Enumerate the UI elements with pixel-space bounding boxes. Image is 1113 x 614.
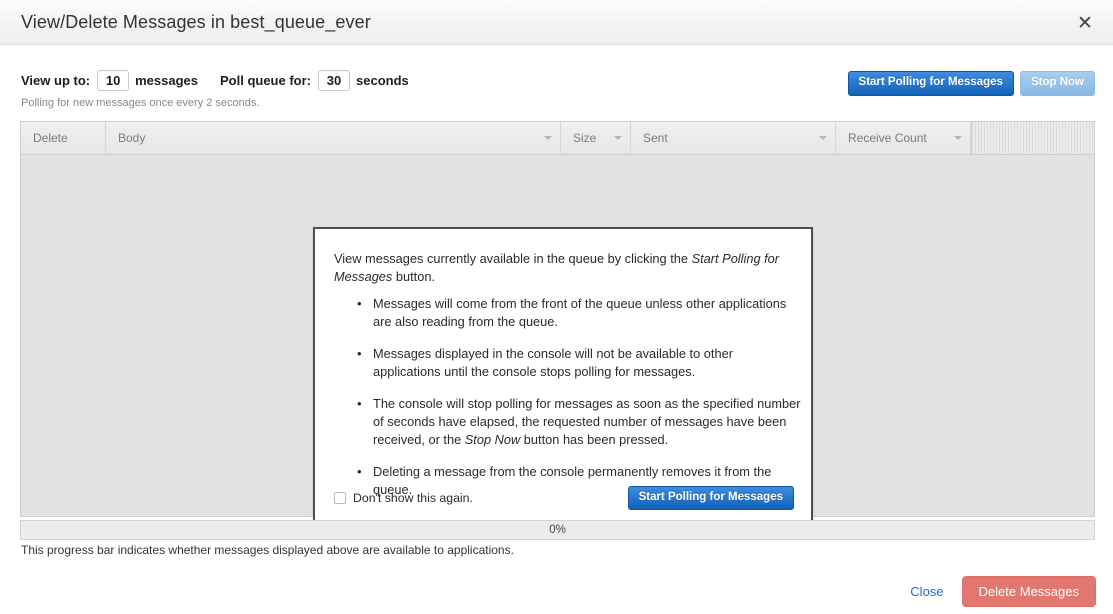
column-header-body-label: Body — [118, 131, 146, 145]
checkbox-icon[interactable] — [334, 491, 346, 504]
info-panel-bullets: Messages will come from the front of the… — [353, 295, 801, 513]
view-delete-messages-dialog: View/Delete Messages in best_queue_ever … — [0, 0, 1113, 614]
progress-caption: This progress bar indicates whether mess… — [21, 543, 514, 557]
bullet-text: Messages will come from the front of the… — [373, 296, 787, 329]
dont-show-again-label: Don't show this again. — [353, 490, 473, 505]
list-item: The console will stop polling for messag… — [357, 395, 801, 449]
polling-controls: View up to: messages Poll queue for: sec… — [21, 70, 409, 91]
list-item: Messages will come from the front of the… — [357, 295, 801, 331]
messages-unit-label: messages — [135, 73, 198, 88]
start-polling-button[interactable]: Start Polling for Messages — [847, 71, 1014, 96]
seconds-unit-label: seconds — [356, 73, 409, 88]
info-panel-footer: Don't show this again. Start Polling for… — [334, 485, 794, 510]
view-up-to-label: View up to: — [21, 73, 91, 88]
info-panel-start-polling-button[interactable]: Start Polling for Messages — [627, 485, 794, 510]
column-header-size-label: Size — [573, 131, 597, 145]
column-header-receive-count-label: Receive Count — [848, 131, 927, 145]
bullet-emphasis: Stop Now — [464, 432, 521, 447]
column-header-sent-label: Sent — [643, 131, 668, 145]
poll-queue-input[interactable] — [318, 70, 350, 91]
messages-table-body: View messages currently available in the… — [21, 155, 1094, 530]
column-header-body[interactable]: Body — [106, 122, 561, 154]
progress-value-label: 0% — [549, 524, 566, 536]
dont-show-again-checkbox[interactable]: Don't show this again. — [334, 491, 473, 505]
column-header-delete-label: Delete — [33, 131, 68, 145]
top-action-buttons: Start Polling for Messages Stop Now — [847, 71, 1095, 96]
poll-queue-label: Poll queue for: — [220, 73, 311, 88]
bullet-text: Messages displayed in the console will n… — [373, 346, 733, 379]
messages-table-header: Delete Body Size Sent Receive Count — [21, 122, 1094, 155]
info-panel-intro: View messages currently available in the… — [334, 250, 794, 286]
close-icon[interactable]: ✕ — [1071, 9, 1099, 37]
view-up-to-input[interactable] — [97, 70, 130, 91]
column-header-filler — [971, 122, 1094, 154]
delete-messages-button[interactable]: Delete Messages — [961, 576, 1096, 607]
list-item: Messages displayed in the console will n… — [357, 345, 801, 381]
column-header-size[interactable]: Size — [561, 122, 631, 154]
chevron-down-icon[interactable] — [819, 136, 827, 140]
column-header-sent[interactable]: Sent — [631, 122, 836, 154]
info-intro-suffix: button. — [392, 269, 436, 284]
stop-now-button[interactable]: Stop Now — [1019, 71, 1095, 96]
column-header-delete[interactable]: Delete — [21, 122, 106, 154]
messages-table: Delete Body Size Sent Receive Count View… — [20, 121, 1095, 530]
bullet-suffix: button has been pressed. — [520, 432, 669, 447]
page-title: View/Delete Messages in best_queue_ever — [21, 12, 371, 32]
chevron-down-icon[interactable] — [954, 136, 962, 140]
dialog-titlebar: View/Delete Messages in best_queue_ever … — [0, 0, 1113, 45]
chevron-down-icon[interactable] — [544, 136, 552, 140]
progress-bar: 0% — [20, 520, 1095, 540]
polling-hint: Polling for new messages once every 2 se… — [21, 97, 260, 109]
column-header-receive-count[interactable]: Receive Count — [836, 122, 971, 154]
dialog-footer: Close Delete Messages — [908, 576, 1096, 607]
chevron-down-icon[interactable] — [614, 136, 622, 140]
info-panel: View messages currently available in the… — [313, 227, 813, 530]
close-button[interactable]: Close — [908, 580, 945, 603]
info-intro-prefix: View messages currently available in the… — [334, 251, 692, 266]
